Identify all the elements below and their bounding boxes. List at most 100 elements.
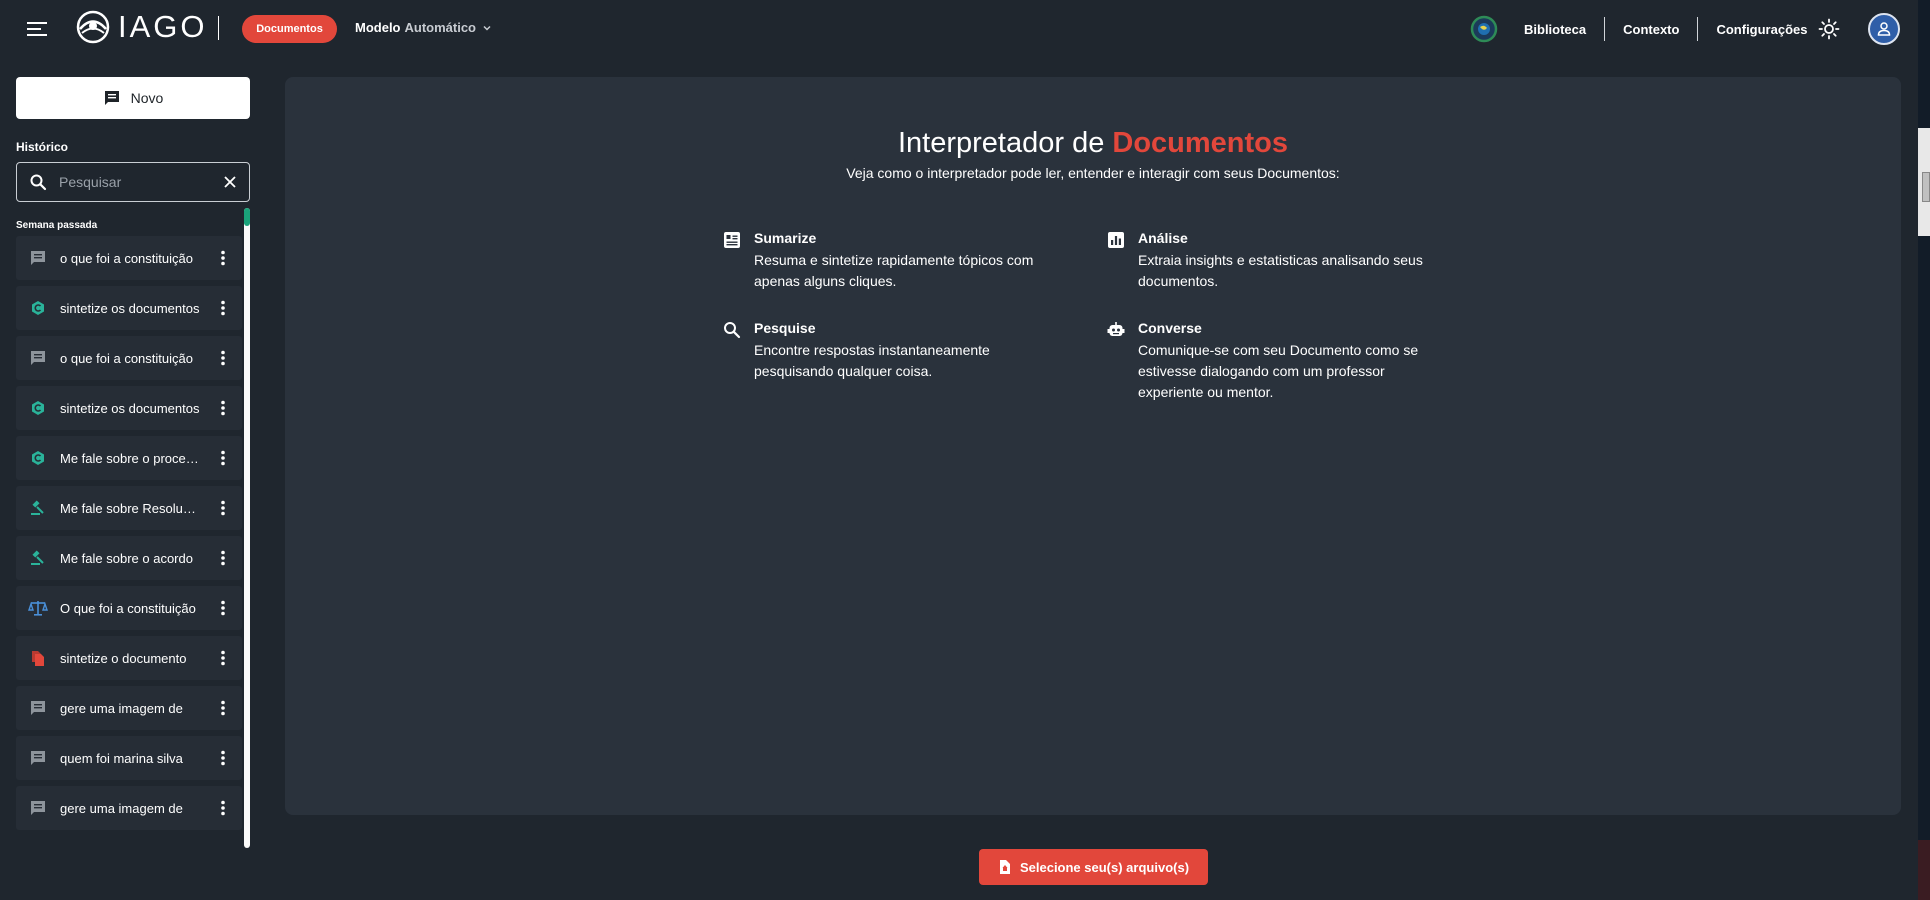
theme-toggle-sun-icon[interactable] xyxy=(1817,17,1841,41)
select-files-button[interactable]: Selecione seu(s) arquivo(s) xyxy=(979,849,1208,885)
history-item-label: gere uma imagem de xyxy=(60,700,183,716)
history-item-label: sintetize o documento xyxy=(60,650,187,666)
more-options-icon[interactable] xyxy=(216,648,230,668)
feature-converse: Converse Comunique-se com seu Documento … xyxy=(1107,319,1437,403)
gavel-icon xyxy=(28,498,48,518)
more-options-icon[interactable] xyxy=(216,748,230,768)
chat-icon xyxy=(28,348,48,368)
nav-biblioteca[interactable]: Biblioteca xyxy=(1524,22,1586,37)
more-options-icon[interactable] xyxy=(216,348,230,368)
history-list: o que foi a constituição sintetize os doc… xyxy=(16,236,242,848)
robot-icon xyxy=(1107,322,1125,336)
history-item-label: Me fale sobre o processo xyxy=(60,450,200,466)
model-selector[interactable]: Modelo Automático xyxy=(355,20,492,35)
history-search-input[interactable] xyxy=(59,174,209,190)
edge-bottom xyxy=(1918,840,1930,900)
app-logo[interactable]: IAGO xyxy=(74,8,208,46)
select-files-label: Selecione seu(s) arquivo(s) xyxy=(1019,859,1190,875)
summary-icon xyxy=(724,232,740,248)
search-icon xyxy=(724,322,741,339)
user-avatar[interactable] xyxy=(1868,13,1900,45)
feature-pesquise: Pesquise Encontre respostas instantaneam… xyxy=(723,319,1053,382)
chevron-down-icon xyxy=(483,25,491,31)
history-item[interactable]: o que foi a constituição xyxy=(16,236,242,280)
edge-control xyxy=(1922,172,1930,202)
sidebar: Novo Histórico Semana passada o que foi … xyxy=(0,58,268,900)
feature-description: Comunique-se com seu Documento como se e… xyxy=(1138,342,1419,400)
logo-text: IAGO xyxy=(118,9,208,44)
window-edge xyxy=(1918,0,1930,900)
history-item[interactable]: Me fale sobre o processo xyxy=(16,436,242,480)
mode-pill-documentos[interactable]: Documentos xyxy=(242,15,337,43)
history-item-label: O que foi a constituição xyxy=(60,600,196,616)
history-item-label: quem foi marina silva xyxy=(60,750,183,766)
scrollbar-thumb[interactable] xyxy=(244,208,250,226)
history-item[interactable]: gere uma imagem de xyxy=(16,686,242,730)
history-item-label: sintetize os documentos xyxy=(60,400,200,416)
more-options-icon[interactable] xyxy=(216,698,230,718)
file-upload-icon xyxy=(999,860,1010,874)
user-icon xyxy=(1877,22,1891,36)
history-item[interactable]: sintetize o documento xyxy=(16,636,242,680)
clear-search-icon[interactable] xyxy=(223,175,237,189)
gavel-icon xyxy=(28,548,48,568)
more-options-icon[interactable] xyxy=(216,798,230,818)
page-title-accent: Documentos xyxy=(1112,127,1289,159)
gpt-icon xyxy=(28,398,48,418)
history-search xyxy=(16,162,250,202)
header-nav: Biblioteca Contexto Configurações xyxy=(1524,16,1807,42)
document-icon xyxy=(28,648,48,668)
more-options-icon[interactable] xyxy=(216,398,230,418)
model-value: Automático xyxy=(404,20,477,35)
chat-icon xyxy=(28,748,48,768)
more-options-icon[interactable] xyxy=(216,598,230,618)
nav-configuracoes[interactable]: Configurações xyxy=(1716,22,1807,37)
page-subtitle: Veja como o interpretador pode ler, ente… xyxy=(846,165,1340,181)
page-title: Interpretador de Documentos xyxy=(285,127,1901,160)
more-options-icon[interactable] xyxy=(216,498,230,518)
gpt-icon xyxy=(28,448,48,468)
search-icon xyxy=(30,174,47,191)
chat-icon xyxy=(28,248,48,268)
globe-logo-icon[interactable] xyxy=(1470,15,1498,43)
model-label: Modelo xyxy=(355,20,401,35)
nav-divider xyxy=(1604,17,1606,41)
history-item[interactable]: quem foi marina silva xyxy=(16,736,242,780)
more-options-icon[interactable] xyxy=(216,448,230,468)
top-bar: IAGO Documentos Modelo Automático Biblio… xyxy=(0,0,1918,58)
more-options-icon[interactable] xyxy=(216,548,230,568)
sidebar-scrollbar[interactable] xyxy=(244,208,250,848)
feature-title: Sumarize xyxy=(754,230,817,246)
history-item[interactable]: Me fale sobre o acordo xyxy=(16,536,242,580)
bar-chart-icon xyxy=(1108,232,1124,248)
more-options-icon[interactable] xyxy=(216,298,230,318)
chat-icon xyxy=(28,698,48,718)
history-item[interactable]: sintetize os documentos xyxy=(16,286,242,330)
more-options-icon[interactable] xyxy=(216,248,230,268)
history-group-label: Semana passada xyxy=(16,220,98,231)
history-item-label: o que foi a constituição xyxy=(60,350,193,366)
chat-icon xyxy=(28,798,48,818)
feature-title: Análise xyxy=(1138,230,1188,246)
history-item[interactable]: o que foi a constituição xyxy=(16,336,242,380)
menu-icon[interactable] xyxy=(26,19,48,39)
new-chat-button[interactable]: Novo xyxy=(16,77,250,119)
history-item[interactable]: Me fale sobre Resolução xyxy=(16,486,242,530)
header-divider xyxy=(218,16,219,40)
new-chat-icon xyxy=(104,91,119,105)
history-item[interactable]: O que foi a constituição xyxy=(16,586,242,630)
feature-sumarize: Sumarize Resuma e sintetize rapidamente … xyxy=(723,229,1053,292)
gpt-icon xyxy=(28,298,48,318)
history-item-label: Me fale sobre o acordo xyxy=(60,550,193,566)
history-item-label: gere uma imagem de xyxy=(60,800,183,816)
history-item[interactable]: gere uma imagem de xyxy=(16,786,242,830)
nav-divider xyxy=(1697,17,1699,41)
scale-icon xyxy=(28,598,48,618)
history-item[interactable]: sintetize os documentos xyxy=(16,386,242,430)
new-chat-label: Novo xyxy=(130,90,164,106)
page-title-prefix: Interpretador de xyxy=(897,127,1105,159)
nav-contexto[interactable]: Contexto xyxy=(1623,22,1679,37)
feature-title: Pesquise xyxy=(754,320,816,336)
history-title: Histórico xyxy=(16,140,69,154)
main-panel: Interpretador de Documentos Veja como o … xyxy=(285,77,1901,815)
